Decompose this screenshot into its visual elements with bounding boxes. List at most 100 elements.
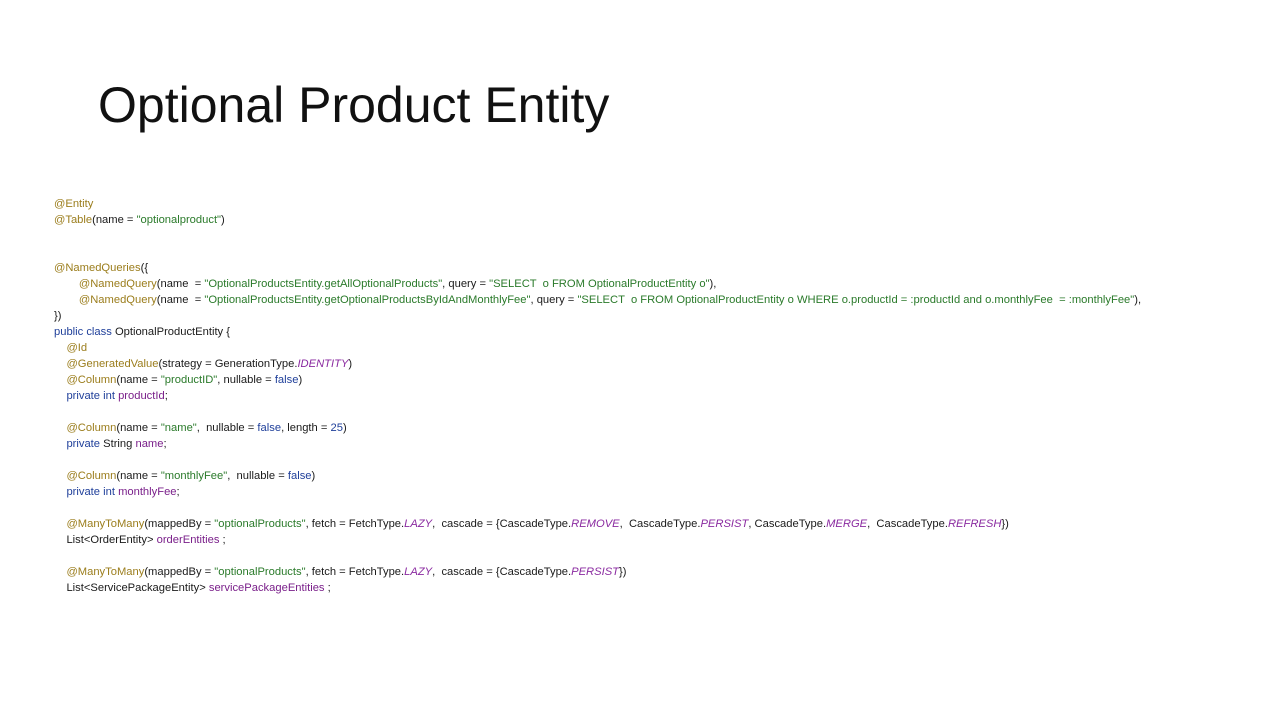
code-token: , CascadeType.	[619, 518, 701, 530]
code-token: REFRESH	[947, 518, 1002, 530]
code-token: private int	[66, 390, 119, 402]
code-token: })	[619, 566, 627, 578]
code-token: )	[311, 470, 316, 482]
code-token: REMOVE	[571, 518, 620, 530]
code-token: name	[135, 438, 164, 450]
code-line: private String name;	[54, 436, 1254, 452]
code-line: @ManyToMany(mappedBy = "optionalProducts…	[54, 516, 1254, 532]
code-line: @Column(name = "name", nullable = false,…	[54, 420, 1254, 436]
code-token: List<ServicePackageEntity>	[66, 582, 209, 594]
code-token: 25	[330, 422, 343, 434]
code-token: "optionalProducts"	[214, 518, 306, 530]
code-line: @GeneratedValue(strategy = GenerationTyp…	[54, 356, 1254, 372]
code-token: @Id	[66, 342, 88, 354]
code-token: @NamedQuery	[78, 278, 157, 290]
code-line: @Column(name = "monthlyFee", nullable = …	[54, 468, 1254, 484]
code-token: monthlyFee	[118, 486, 177, 498]
code-token: PERSIST	[571, 566, 619, 578]
code-token: , nullable =	[227, 470, 288, 482]
code-token: false	[257, 422, 282, 434]
code-line: })	[54, 308, 1254, 324]
code-line: @NamedQuery(name = "OptionalProductsEnti…	[54, 292, 1254, 308]
code-token: ;	[163, 438, 167, 450]
code-token: , cascade = {CascadeType.	[432, 518, 572, 530]
code-token: PERSIST	[700, 518, 749, 530]
code-token: false	[274, 374, 299, 386]
code-line: @Column(name = "productID", nullable = f…	[54, 372, 1254, 388]
code-token: productId	[118, 390, 165, 402]
code-token: "OptionalProductsEntity.getOptionalProdu…	[204, 294, 531, 306]
code-token: (mappedBy =	[144, 518, 215, 530]
code-line: private int monthlyFee;	[54, 484, 1254, 500]
code-token: private	[66, 438, 104, 450]
code-token: )	[298, 374, 303, 386]
code-token: , nullable =	[217, 374, 275, 386]
code-token: "name"	[160, 422, 197, 434]
code-token: (strategy = GenerationType.	[158, 358, 298, 370]
code-token: @NamedQueries	[54, 262, 141, 274]
code-token: , query =	[442, 278, 490, 290]
code-line: @ManyToMany(mappedBy = "optionalProducts…	[54, 564, 1254, 580]
code-token: (name =	[156, 294, 205, 306]
code-token: (name =	[116, 422, 161, 434]
code-token: "SELECT o FROM OptionalProductEntity o W…	[577, 294, 1135, 306]
code-token: ),	[709, 278, 717, 290]
code-line: public class OptionalProductEntity {	[54, 324, 1254, 340]
code-line: @Id	[54, 340, 1254, 356]
code-line: List<OrderEntity> orderEntities ;	[54, 532, 1254, 548]
code-token: false	[287, 470, 312, 482]
code-token: String	[103, 438, 136, 450]
code-token: MERGE	[826, 518, 868, 530]
code-token: IDENTITY	[297, 358, 349, 370]
code-token: @Column	[66, 374, 117, 386]
code-token: })	[54, 310, 62, 322]
code-token: (name =	[116, 470, 161, 482]
code-token: @Entity	[54, 198, 94, 210]
code-token: List<OrderEntity>	[66, 534, 157, 546]
code-token: ;	[164, 390, 168, 402]
code-token: , CascadeType.	[867, 518, 948, 530]
code-token: public class	[54, 326, 115, 338]
code-token: @ManyToMany	[66, 518, 145, 530]
code-token: LAZY	[404, 566, 433, 578]
code-token: "monthlyFee"	[160, 470, 228, 482]
code-token: orderEntities	[156, 534, 220, 546]
code-token: ;	[176, 486, 180, 498]
code-token: "SELECT o FROM OptionalProductEntity o"	[489, 278, 710, 290]
code-token: @Table	[54, 214, 93, 226]
code-token: , nullable =	[196, 422, 258, 434]
code-token: @Column	[66, 470, 117, 482]
code-token: ({	[140, 262, 149, 274]
code-token: (name =	[116, 374, 161, 386]
code-token: , CascadeType.	[748, 518, 827, 530]
code-token: , query =	[530, 294, 578, 306]
code-token: )	[221, 214, 225, 226]
code-token: , cascade = {CascadeType.	[432, 566, 572, 578]
code-token: ),	[1134, 294, 1142, 306]
code-token: @Column	[66, 422, 117, 434]
code-token: @ManyToMany	[66, 566, 145, 578]
code-token: @NamedQuery	[78, 294, 157, 306]
code-token: ;	[324, 582, 331, 594]
code-token: "OptionalProductsEntity.getAllOptionalPr…	[204, 278, 443, 290]
code-line: private int productId;	[54, 388, 1254, 404]
code-token: LAZY	[404, 518, 433, 530]
code-token: servicePackageEntities	[208, 582, 325, 594]
code-token: })	[1001, 518, 1009, 530]
code-token: (name =	[92, 214, 137, 226]
